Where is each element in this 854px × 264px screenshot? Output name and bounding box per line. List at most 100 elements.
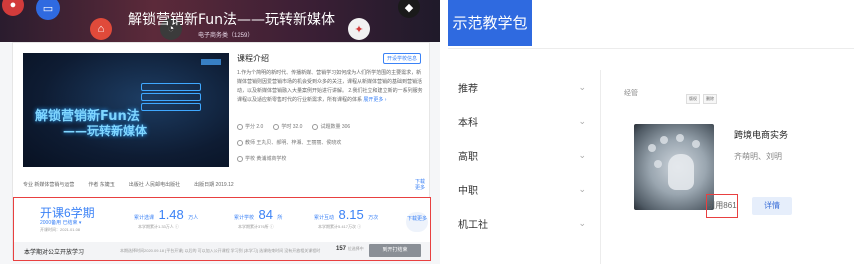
open-course-count: 157 位选择中	[336, 246, 364, 252]
open-course-button[interactable]: 到开打结束	[369, 244, 421, 257]
credit-icon	[237, 123, 243, 130]
nav-item-undergraduate[interactable]: 本科 ⌄	[458, 114, 586, 148]
credits-stat: 学分 2.0	[237, 123, 263, 130]
school-row: 学校 黄浦城商学校	[237, 155, 286, 162]
enrollment-value: 1.48	[158, 207, 184, 222]
cover-logo	[201, 59, 221, 65]
brand-title[interactable]: 示范教学包	[448, 0, 532, 46]
teachers-row: 教师 王丸贝、郝明、梓湘、王丽丽、侯晓欢	[237, 139, 341, 146]
hand-image	[668, 154, 694, 190]
teachers-label: 教师 王丸贝、郝明、梓湘、王丽丽、侯晓欢	[245, 140, 342, 146]
schools-value: 84	[258, 207, 273, 222]
cover-decoration	[141, 103, 201, 111]
semester-status[interactable]: 2000备用 已结束 ▾	[40, 219, 81, 226]
intro-text: 1.作为个简明的新时代、传播新媒、营销学习如何成为人们所学范围的主要需求，新媒体…	[237, 69, 425, 105]
nav-item-secondary-vocational[interactable]: 中职 ⌄	[458, 182, 586, 216]
nav-item-label: 机工社	[458, 220, 488, 231]
monitor-icon: ▭	[36, 0, 60, 20]
hours-label: 学时 32.0	[281, 124, 303, 130]
enrollment-label: 累计选课	[134, 215, 155, 221]
nav-item-vocational-college[interactable]: 高职 ⌄	[458, 148, 586, 182]
open-course-bar: 本学期对公立开放学习 本期选择时间2020.09.18 [平台开课] 以后的 可…	[14, 242, 430, 260]
cover-decoration	[141, 93, 201, 101]
chevron-down-icon: ⌄	[578, 82, 586, 92]
detail-button[interactable]: 详情	[752, 197, 792, 215]
course-info-row: 专业 新媒体营销与运营 作者 东婕玉 出版社 人民邮电出版社 出版日期 2019…	[23, 181, 421, 188]
interactions-sub: 本学期累计5.417万次 ⓘ	[318, 224, 362, 229]
course-detail-panel: ● ▭ ⌂ ◔ ✦ ◆ 解锁营销新Fun法——玩转新媒体 电子商务类（1259）…	[0, 0, 440, 264]
tag[interactable]: 删除	[703, 94, 717, 104]
nav-item-publisher[interactable]: 机工社 ⌄	[458, 216, 586, 250]
info-more-link[interactable]: 下载更多	[413, 179, 427, 191]
school-label: 学校 黄浦城商学校	[245, 156, 287, 162]
package-authors: 齐萌明、刘明	[734, 152, 782, 161]
tech-icon	[654, 160, 662, 168]
cover-decoration	[141, 83, 201, 91]
school-icon	[237, 155, 243, 162]
cover-subtitle: ——玩转新媒体	[63, 124, 148, 138]
tech-icon	[648, 144, 656, 152]
home-icon: ⌂	[90, 18, 112, 40]
package-cover-image[interactable]	[634, 124, 714, 210]
intro-body: 1.作为个简明的新时代、传播新媒、营销学习如何成为人们所学范围的主要需求，新媒体…	[237, 70, 423, 103]
nav-item-label: 高职	[458, 152, 478, 163]
tag-list: 版权 删除	[686, 94, 717, 104]
course-hero-title: 解锁营销新Fun法——玩转新媒体	[128, 12, 336, 28]
course-cover-image: 解锁营销新Fun法 ——玩转新媒体	[23, 53, 229, 167]
enrollment-stat: 累计选课 1.48 万人 本学期累计1.33万人 ⓘ	[134, 206, 198, 229]
clock-icon	[273, 123, 280, 130]
nav-divider	[600, 70, 601, 264]
exercises-stat: 试题数量 306	[312, 123, 350, 130]
intro-title: 课程介绍	[237, 54, 269, 63]
stats-more-button[interactable]: 下载更多	[406, 212, 428, 232]
schools-unit: 所	[277, 215, 283, 221]
section-label: 经管	[624, 90, 638, 97]
dark-icon: ◆	[398, 0, 420, 18]
chevron-down-icon: ⌄	[578, 116, 586, 126]
tech-icon	[692, 140, 700, 148]
count-value: 157	[336, 246, 347, 252]
expand-more-link[interactable]: 展开更多 ›	[363, 97, 386, 103]
publish-date-info: 出版日期 2019.12	[194, 182, 234, 188]
exercises-label: 试题数量 306	[320, 124, 351, 130]
exercise-icon	[312, 123, 319, 130]
school-info-button[interactable]: 开设学校信息	[383, 53, 422, 64]
package-title[interactable]: 跨境电商实务	[734, 128, 788, 141]
enrollment-sub: 本学期累计1.33万人 ⓘ	[138, 224, 179, 229]
publisher-info: 出版社 人民邮电出版社	[128, 182, 181, 188]
author-info: 作者 东婕玉	[88, 182, 115, 188]
teachers-stat: 教师 王丸贝、郝明、梓湘、王丽丽、侯晓欢	[237, 139, 341, 146]
category-nav: 推荐 ⌄ 本科 ⌄ 高职 ⌄ 中职 ⌄ 机工社 ⌄	[458, 80, 586, 250]
open-course-title: 本学期对公立开放学习	[24, 250, 85, 256]
nav-item-recommend[interactable]: 推荐 ⌄	[458, 80, 586, 114]
schools-stat: 累计学校 84 所 本学期累计376所 ⓘ	[234, 206, 283, 229]
schools-label: 累计学校	[234, 215, 255, 221]
interactions-label: 累计互动	[314, 215, 335, 221]
header-divider	[448, 48, 854, 49]
major-info: 专业 新媒体营销与运营	[23, 182, 75, 188]
chevron-down-icon: ⌄	[578, 184, 586, 194]
chevron-down-icon: ⌄	[578, 218, 586, 228]
count-unit: 位选择中	[347, 246, 364, 251]
course-meta-row: 学分 2.0 学时 32.0 试题数量 306	[237, 123, 350, 130]
hero-icon-red: ●	[2, 0, 24, 16]
teaching-package-panel: 示范教学包 推荐 ⌄ 本科 ⌄ 高职 ⌄ 中职 ⌄ 机工社 ⌄ 经管 版权 删除 跨境电商…	[448, 0, 854, 264]
cite-count-badge: 引用861	[706, 194, 738, 218]
hours-stat: 学时 32.0	[273, 123, 302, 130]
nav-item-label: 本科	[458, 118, 478, 129]
course-hero-banner: ● ▭ ⌂ ◔ ✦ ◆ 解锁营销新Fun法——玩转新媒体 电子商务类（1259）	[0, 0, 440, 42]
nav-item-label: 中职	[458, 186, 478, 197]
nav-item-label: 推荐	[458, 84, 478, 95]
tag[interactable]: 版权	[686, 94, 700, 104]
interactions-stat: 累计互动 8.15 万次 本学期累计5.417万次 ⓘ	[314, 206, 379, 229]
teacher-icon	[237, 139, 243, 146]
school-stat: 学校 黄浦城商学校	[237, 155, 286, 162]
semester-time: 开课时间：2021.01.08	[40, 227, 81, 232]
interactions-unit: 万次	[368, 215, 379, 221]
open-course-desc: 本期选择时间2020.09.18 [平台开课] 以后的 可以加入公开课程 学习到…	[120, 248, 321, 253]
tech-icon	[660, 136, 668, 144]
schools-sub: 本学期累计376所 ⓘ	[238, 224, 274, 229]
course-hero-subtitle: 电子商务类（1259）	[198, 33, 254, 39]
tech-icon	[676, 134, 684, 142]
semester-stats-box: 开课6学期 2000备用 已结束 ▾ 开课时间：2021.01.08 累计选课 …	[13, 197, 431, 261]
